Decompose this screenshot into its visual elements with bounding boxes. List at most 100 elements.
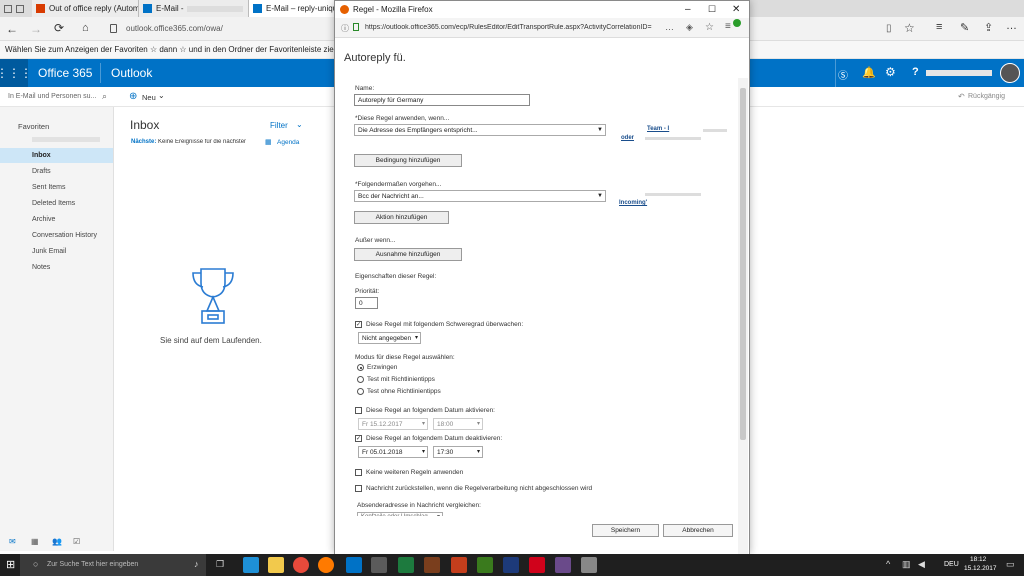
- tasks-icon[interactable]: ☑: [73, 537, 80, 546]
- dialog-url[interactable]: https://outlook.office365.com/ecp/RulesE…: [365, 24, 661, 31]
- deactivate-date-select[interactable]: Fr 05.01.2018 ▾: [358, 446, 428, 458]
- taskbar-search-input[interactable]: Zur Suche Text hier eingeben: [47, 561, 138, 568]
- folder-archive[interactable]: Archive: [32, 216, 55, 223]
- bookmark-star-icon[interactable]: ☆: [705, 22, 714, 33]
- folder-junk-email[interactable]: Junk Email: [32, 248, 66, 255]
- scrollbar-thumb[interactable]: [740, 88, 746, 440]
- clock-date[interactable]: 15.12.2017: [964, 565, 997, 572]
- share-icon[interactable]: ⇪: [984, 21, 993, 34]
- favorite-star-icon[interactable]: ☆: [904, 21, 915, 35]
- app-icon-14[interactable]: [581, 557, 597, 573]
- cancel-button[interactable]: Abbrechen: [663, 524, 733, 537]
- or-link[interactable]: oder: [621, 135, 634, 141]
- priority-field[interactable]: 0: [355, 297, 378, 309]
- volume-icon[interactable]: ◀: [918, 559, 925, 570]
- undo-button[interactable]: Rückgängig: [968, 93, 1005, 100]
- mode-test-tips-radio[interactable]: [357, 376, 364, 383]
- app-launcher-button[interactable]: ⋮⋮⋮: [0, 59, 32, 87]
- skype-icon[interactable]: Ⓢ: [838, 67, 848, 82]
- severity-select[interactable]: Nicht angegeben ▾: [358, 332, 421, 344]
- folder-deleted-items[interactable]: Deleted Items: [32, 200, 75, 207]
- dialog-titlebar[interactable]: Regel - Mozilla Firefox – ☐ ✕: [335, 1, 749, 18]
- deactivate-time-select[interactable]: 17:30 ▾: [433, 446, 483, 458]
- browser-url[interactable]: outlook.office365.com/owa/: [126, 24, 223, 33]
- chevron-down-icon[interactable]: ⌄: [296, 120, 303, 129]
- menu-icon[interactable]: ≡: [725, 21, 731, 32]
- plus-icon[interactable]: ⊕: [129, 91, 137, 102]
- add-exception-button[interactable]: Ausnahme hinzufügen: [354, 248, 462, 261]
- firefox-app-icon[interactable]: [318, 557, 334, 573]
- more-icon[interactable]: …: [1006, 20, 1017, 32]
- new-button[interactable]: Neu: [142, 93, 156, 102]
- info-icon[interactable]: ⓘ: [341, 23, 349, 34]
- search-icon[interactable]: ⌕: [102, 91, 107, 102]
- tab-out-of-office[interactable]: Out of office reply (Automa: [32, 0, 139, 17]
- search-input[interactable]: In E-Mail und Personen su...: [8, 93, 96, 100]
- bell-icon[interactable]: 🔔: [862, 66, 876, 79]
- app-icon-10[interactable]: [477, 557, 493, 573]
- app-icon-12[interactable]: [529, 557, 545, 573]
- minimize-icon[interactable]: –: [685, 1, 691, 18]
- name-field[interactable]: Autoreply für Germany: [354, 94, 530, 106]
- notification-icon[interactable]: ▭: [1006, 559, 1015, 570]
- pocket-icon[interactable]: ◈: [686, 22, 693, 33]
- incoming-recipient-link[interactable]: Incoming': [619, 200, 647, 206]
- tab-stack-icon[interactable]: [16, 4, 24, 13]
- scrollbar-track[interactable]: [738, 78, 748, 554]
- avatar[interactable]: [1000, 63, 1020, 83]
- activate-checkbox[interactable]: [355, 407, 362, 414]
- windows-start-icon[interactable]: ⊞: [6, 558, 15, 571]
- deactivate-checkbox[interactable]: ✓: [355, 435, 362, 442]
- outlook-app-icon[interactable]: [346, 557, 362, 573]
- reading-view-icon[interactable]: ▯: [886, 23, 892, 34]
- taskbar-search-box[interactable]: ○ Zur Suche Text hier eingeben: [20, 554, 206, 576]
- folder-conversation-history[interactable]: Conversation History: [32, 232, 97, 239]
- severity-checkbox[interactable]: ✓: [355, 321, 362, 328]
- folder-drafts[interactable]: Drafts: [32, 168, 51, 175]
- tab-email-1[interactable]: E-Mail -: [139, 0, 249, 17]
- app-icon-8[interactable]: [424, 557, 440, 573]
- help-icon[interactable]: ?: [912, 66, 919, 78]
- activate-time-select[interactable]: 18:00 ▾: [433, 418, 483, 430]
- add-action-button[interactable]: Aktion hinzufügen: [354, 211, 449, 224]
- home-icon[interactable]: ⌂: [82, 22, 89, 34]
- chevron-down-icon[interactable]: ⌄: [158, 91, 165, 100]
- forward-arrow-icon[interactable]: →: [30, 22, 42, 36]
- folder-sent-items[interactable]: Sent Items: [32, 184, 65, 191]
- mode-test-no-tips-radio[interactable]: [357, 388, 364, 395]
- excel-app-icon[interactable]: [398, 557, 414, 573]
- action-select[interactable]: Bcc der Nachricht an... ▼: [354, 190, 606, 202]
- calendar-icon[interactable]: ▦: [31, 537, 39, 546]
- powerpoint-app-icon[interactable]: [451, 557, 467, 573]
- back-arrow-icon[interactable]: ←: [6, 22, 18, 36]
- task-view-icon[interactable]: ❐: [216, 559, 224, 570]
- note-icon[interactable]: ✎: [960, 21, 969, 34]
- network-icon[interactable]: ▥: [902, 559, 911, 570]
- file-explorer-icon[interactable]: [268, 557, 284, 573]
- stop-processing-checkbox[interactable]: [355, 469, 362, 476]
- add-condition-button[interactable]: Bedingung hinzufügen: [354, 154, 462, 167]
- mail-icon[interactable]: ✉: [9, 537, 16, 546]
- microphone-icon[interactable]: ♪: [194, 559, 199, 569]
- save-button[interactable]: Speichern: [592, 524, 659, 537]
- app-icon-11[interactable]: [503, 557, 519, 573]
- clock-time[interactable]: 18:12: [970, 556, 986, 563]
- folder-notes[interactable]: Notes: [32, 264, 50, 271]
- undo-icon[interactable]: ↶: [958, 92, 965, 101]
- hub-icon[interactable]: ≡: [936, 21, 942, 33]
- tab-email-2[interactable]: E-Mail – reply-unique-: [249, 0, 334, 17]
- tab-preview-icon[interactable]: [4, 4, 12, 13]
- people-icon[interactable]: 👥: [52, 537, 62, 546]
- edge-app-icon[interactable]: [243, 557, 259, 573]
- team-recipient-link[interactable]: Team - I: [647, 126, 669, 132]
- refresh-icon[interactable]: ⟳: [54, 21, 64, 35]
- language-indicator[interactable]: DEU: [944, 561, 959, 568]
- chrome-app-icon[interactable]: [293, 557, 309, 573]
- tab-bar-icons[interactable]: [0, 0, 30, 17]
- agenda-link[interactable]: Agenda: [277, 139, 299, 146]
- app-icon-6[interactable]: [371, 557, 387, 573]
- filter-button[interactable]: Filter: [270, 121, 288, 130]
- defer-checkbox[interactable]: [355, 485, 362, 492]
- folder-inbox[interactable]: Inbox: [32, 152, 51, 159]
- mode-enforce-radio[interactable]: [357, 364, 364, 371]
